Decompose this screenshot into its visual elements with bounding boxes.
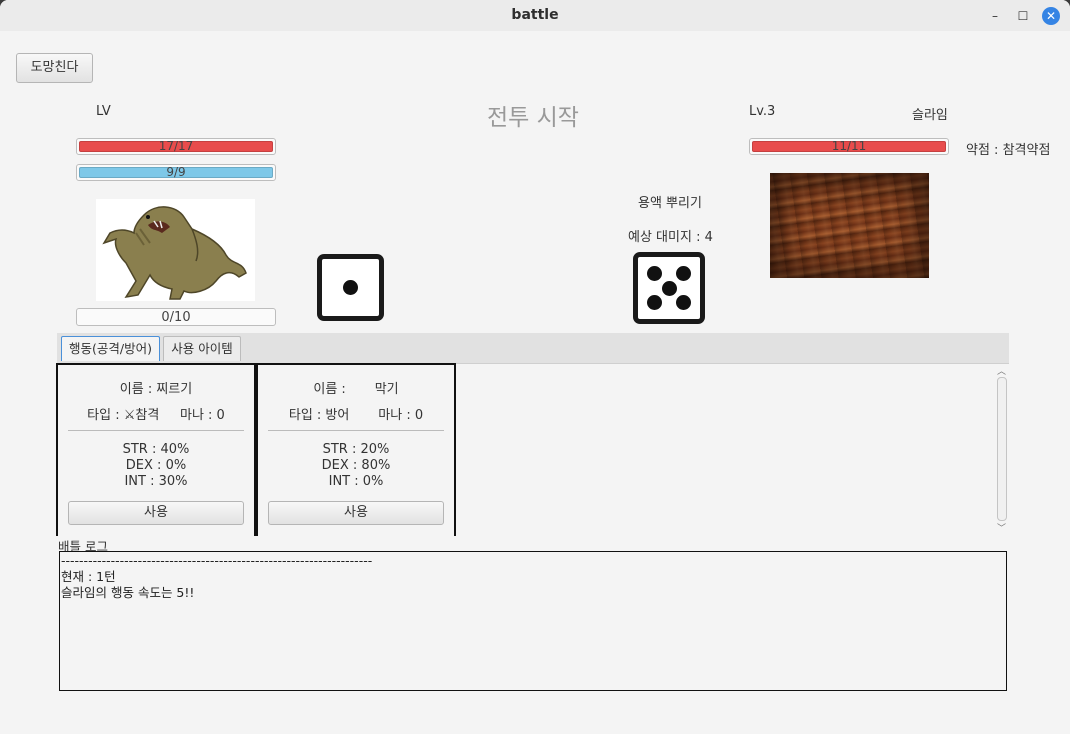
skill-type: 타입 : 방어 (288, 408, 350, 423)
skill-type-mana: 타입 : ⚔참격 마나 : 0 (58, 404, 254, 423)
enemy-name: 슬라임 (912, 108, 948, 123)
skill-str: STR : 20% (322, 442, 390, 457)
dice-pip (647, 266, 663, 282)
enemy-level-label: Lv.3 (749, 104, 776, 119)
close-icon[interactable]: ✕ (1042, 7, 1060, 25)
tab-items[interactable]: 사용 아이템 (163, 336, 241, 361)
battle-title: 전투 시작 (487, 105, 579, 131)
enemy-action: 용액 뿌리기 (638, 196, 702, 211)
player-monster-image (96, 199, 255, 301)
skill-int: INT : 0% (328, 474, 384, 489)
skill-type: 타입 : ⚔참격 (87, 408, 160, 423)
battle-log-content: ----------------------------------------… (61, 553, 372, 601)
flee-button[interactable]: 도망친다 (16, 53, 93, 83)
maximize-icon[interactable]: ☐ (1014, 7, 1032, 25)
player-hp-text: 17/17 (158, 139, 194, 153)
dice-pip (647, 294, 663, 310)
enemy-weakness: 약점 : 참격약점 (966, 143, 1051, 158)
enemy-dice (633, 252, 705, 324)
dice-pip (675, 294, 691, 310)
enemy-hp-text: 11/11 (831, 139, 867, 153)
log-line: ----------------------------------------… (61, 553, 373, 568)
enemy-hp-bar: 11/11 (749, 138, 949, 155)
skill-dex: DEX : 80% (321, 458, 391, 473)
player-mp-text: 9/9 (166, 165, 186, 179)
title-bar: battle – ☐ ✕ (0, 0, 1070, 31)
use-skill-button[interactable]: 사용 (68, 501, 244, 525)
use-skill-button[interactable]: 사용 (268, 501, 444, 525)
skill-type-mana: 타입 : 방어 마나 : 0 (258, 404, 454, 423)
player-dice (317, 254, 384, 321)
player-level-label: LV (96, 104, 111, 119)
player-mp-bar: 9/9 (76, 164, 276, 181)
skill-name: 이름 : 찌르기 (119, 382, 193, 397)
skill-divider (68, 430, 244, 431)
minimize-icon[interactable]: – (986, 7, 1004, 25)
player-exp-bar: 0/10 (76, 308, 276, 326)
log-line: 슬라임의 행동 속도는 5!! (61, 585, 195, 600)
skill-mana: 마나 : 0 (378, 408, 424, 423)
skill-card: 이름 : 찌르기 타입 : ⚔참격 마나 : 0 STR : 40% DEX :… (56, 363, 256, 536)
enemy-image (770, 173, 929, 278)
tab-bar: 행동(공격/방어) 사용 아이템 (57, 333, 1009, 364)
scroll-up-icon[interactable]: ︿ (997, 364, 1006, 377)
player-hp-bar: 17/17 (76, 138, 276, 155)
dice-pip (343, 280, 358, 295)
window-title: battle (511, 7, 559, 23)
skill-str: STR : 40% (122, 442, 190, 457)
skill-mana: 마나 : 0 (179, 408, 225, 423)
skill-int: INT : 30% (124, 474, 188, 489)
skill-card: 이름 : 막기 타입 : 방어 마나 : 0 STR : 20% DEX : 8… (256, 363, 456, 536)
skill-dex: DEX : 0% (125, 458, 187, 473)
player-exp-text: 0/10 (161, 310, 191, 325)
scroll-down-icon[interactable]: ﹀ (997, 521, 1006, 534)
log-line: 현재 : 1턴 (61, 569, 116, 584)
dice-pip (675, 266, 691, 282)
scrollbar-thumb[interactable] (997, 377, 1007, 521)
dice-pip (661, 280, 677, 296)
tab-actions[interactable]: 행동(공격/방어) (61, 336, 160, 361)
skill-name: 이름 : 막기 (313, 382, 399, 397)
enemy-expected-damage: 예상 대미지 : 4 (628, 230, 713, 245)
battle-window: battle – ☐ ✕ 도망친다 LV 17/17 9/9 0/10 전투 시… (0, 0, 1070, 734)
skill-divider (268, 430, 444, 431)
skills-scrollbar[interactable]: ︿ ﹀ (995, 364, 1008, 535)
battle-log: ----------------------------------------… (59, 551, 1007, 691)
